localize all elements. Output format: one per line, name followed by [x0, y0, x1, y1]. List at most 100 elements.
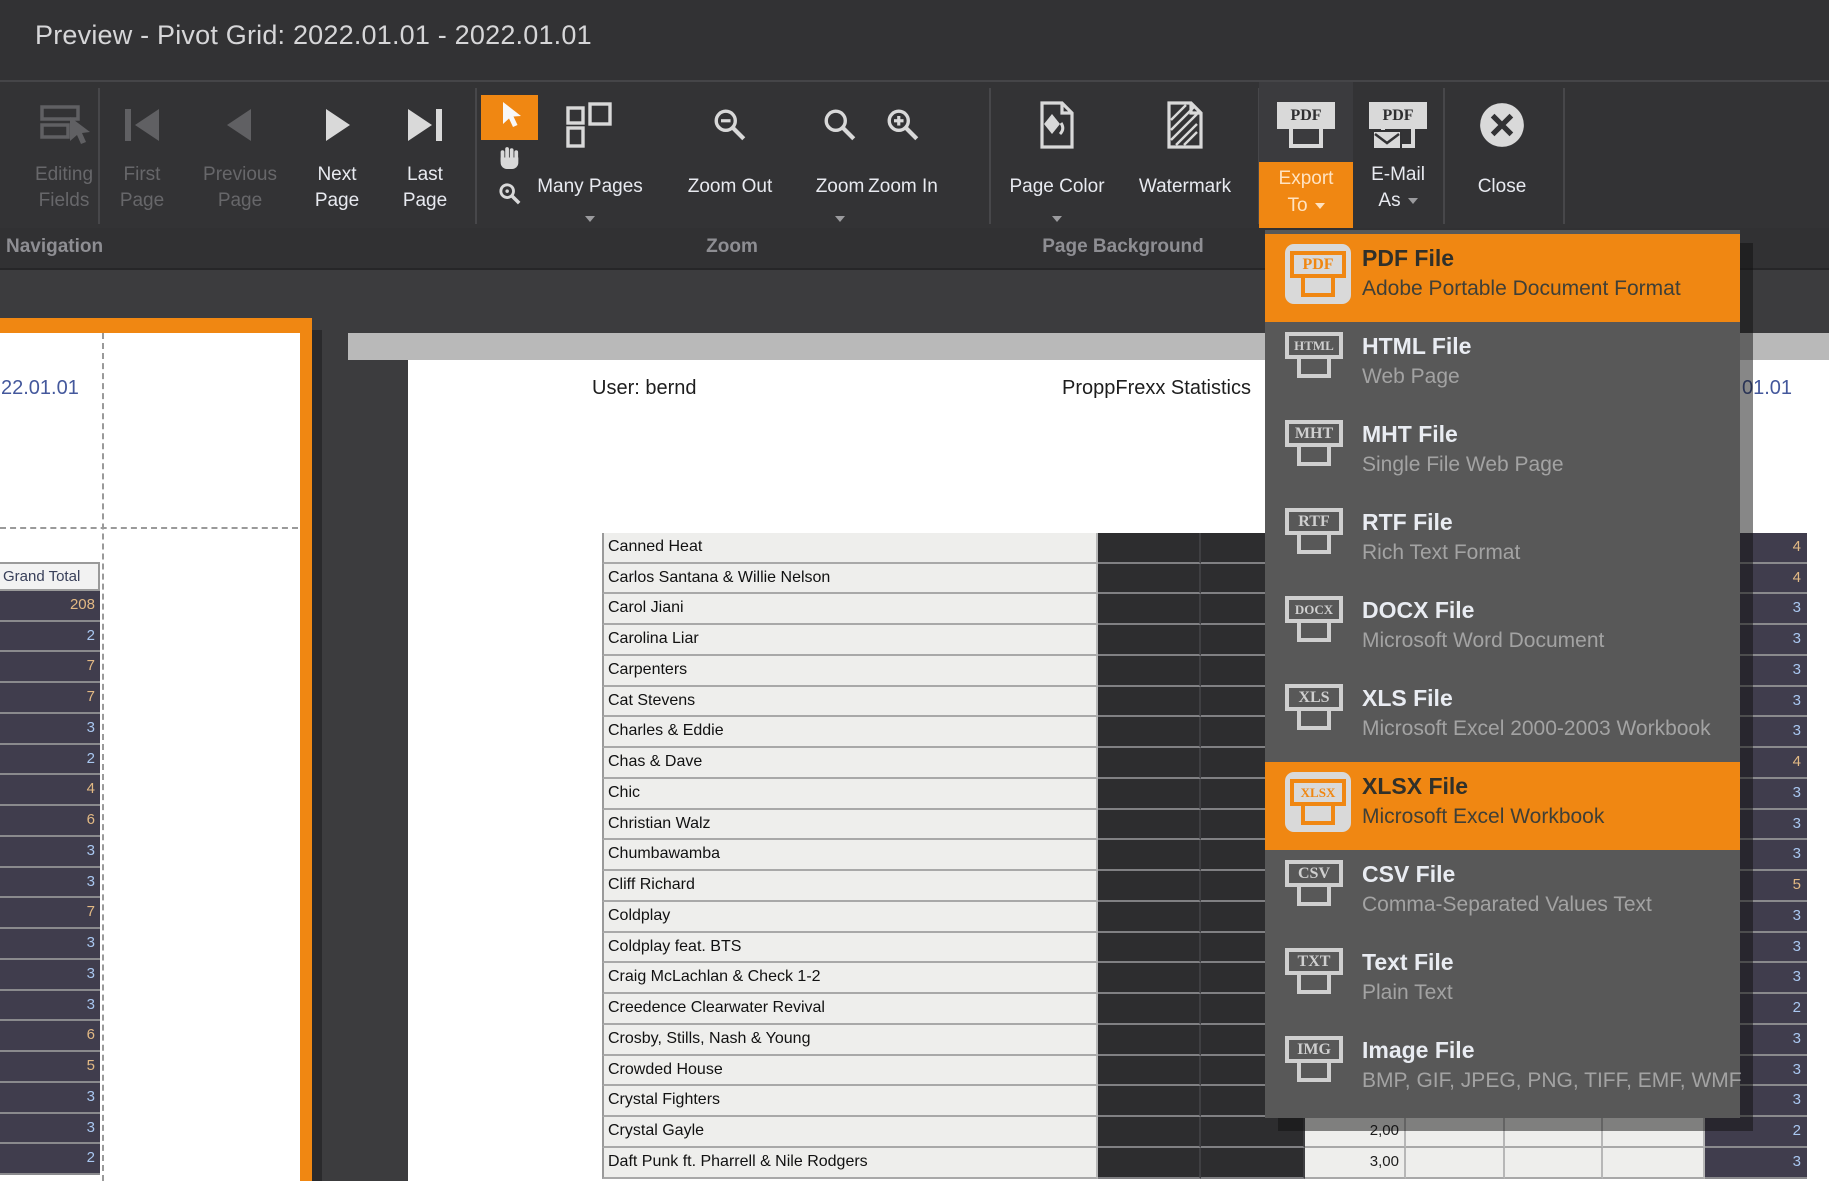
data-cell — [1603, 1148, 1705, 1179]
data-cell — [1098, 625, 1201, 656]
close-icon — [1454, 94, 1550, 156]
export-menu-item-img[interactable]: IMG Image File BMP, GIF, JPEG, PNG, TIFF… — [1265, 1026, 1740, 1114]
export-menu-item-subtitle: Microsoft Excel Workbook — [1362, 805, 1604, 829]
export-menu-item-csv[interactable]: CSV CSV File Comma-Separated Values Text — [1265, 850, 1740, 938]
watermark-icon — [1132, 94, 1238, 156]
data-cell — [1098, 717, 1201, 748]
grand-total-value-cell: 7 — [0, 683, 100, 714]
grand-total-value-cell: 3 — [0, 960, 100, 991]
data-cell — [1098, 656, 1201, 687]
export-menu-item-pdf[interactable]: PDF PDF File Adobe Portable Document For… — [1265, 234, 1740, 322]
export-menu-item-title: Image File — [1362, 1037, 1474, 1064]
dropdown-arrow-icon — [1315, 203, 1325, 209]
data-cell — [1098, 687, 1201, 718]
data-cell — [1201, 1148, 1305, 1179]
data-cell — [1098, 933, 1201, 964]
export-menu-item-subtitle: Web Page — [1362, 365, 1460, 389]
export-menu-item-docx[interactable]: DOCX DOCX File Microsoft Word Document — [1265, 586, 1740, 674]
dropdown-arrow-icon — [585, 216, 595, 222]
data-cell — [1098, 963, 1201, 994]
envelope-icon — [1372, 130, 1402, 150]
ribbon-button-last-page[interactable]: LastPage — [379, 82, 471, 230]
export-menu-item-txt[interactable]: TXT Text File Plain Text — [1265, 938, 1740, 1026]
zoom-out-icon — [682, 94, 778, 156]
ribbon-button-next-page[interactable]: NextPage — [291, 82, 383, 230]
data-cell — [1406, 1148, 1505, 1179]
grand-total-value-cell: 7 — [0, 652, 100, 683]
title-bar: Preview - Pivot Grid: 2022.01.01 - 2022.… — [0, 0, 1829, 80]
left-page-selection-border-top — [0, 318, 312, 333]
export-menu-item-subtitle: Single File Web Page — [1362, 453, 1564, 477]
artist-name-cell: Chas & Dave — [602, 748, 1098, 779]
ribbon-button-zoom-in[interactable]: Zoom In — [859, 82, 947, 230]
grand-total-value-cell: 4 — [0, 775, 100, 806]
table-row: Crystal Gayle2,002 — [602, 1117, 1807, 1148]
ribbon-button-export-to[interactable]: PDF Export To — [1259, 82, 1353, 230]
artist-name-cell: Cliff Richard — [602, 871, 1098, 902]
export-menu-item-title: DOCX File — [1362, 597, 1474, 624]
data-cell — [1406, 1117, 1505, 1148]
artist-name-cell: Craig McLachlan & Check 1-2 — [602, 963, 1098, 994]
export-to-icon: PDF — [1259, 94, 1353, 156]
export-menu-item-subtitle: Comma-Separated Values Text — [1362, 893, 1652, 917]
data-cell — [1098, 748, 1201, 779]
pdf-format-icon: PDF — [1285, 244, 1351, 304]
ribbon-button-many-pages[interactable]: Many Pages — [532, 82, 648, 230]
grand-total-value-cell: 2 — [0, 622, 100, 653]
dropdown-arrow-icon — [1408, 198, 1418, 204]
artist-name-cell: Carlos Santana & Willie Nelson — [602, 564, 1098, 595]
pdf-format-icon: PDF — [1277, 102, 1335, 148]
img-format-icon: IMG — [1285, 1036, 1343, 1082]
export-menu-item-rtf[interactable]: RTF RTF File Rich Text Format — [1265, 498, 1740, 586]
export-menu-item-xlsx[interactable]: XLSX XLSX File Microsoft Excel Workbook — [1265, 762, 1740, 850]
ribbon-button-email-as[interactable]: PDF E-MailAs — [1353, 82, 1443, 230]
ribbon-tool-pointer-tool[interactable] — [481, 95, 538, 140]
grand-total-value-cell: 3 — [0, 991, 100, 1022]
data-cell — [1098, 810, 1201, 841]
group-label-navigation: Navigation — [6, 236, 103, 258]
ribbon-tool-zoom-region-tool[interactable] — [481, 178, 538, 214]
artist-name-cell: Canned Heat — [602, 533, 1098, 564]
total-cell: 2 — [1705, 1117, 1807, 1148]
ribbon-group-separator — [475, 88, 477, 224]
grand-total-value-cell: 6 — [0, 1021, 100, 1052]
ribbon-button-previous-page: PreviousPage — [190, 82, 290, 230]
ribbon-button-close[interactable]: Close — [1454, 82, 1550, 230]
artist-name-cell: Chumbawamba — [602, 840, 1098, 871]
export-menu-item-subtitle: BMP, GIF, JPEG, PNG, TIFF, EMF, WMF — [1362, 1069, 1742, 1093]
artist-name-cell: Crystal Fighters — [602, 1086, 1098, 1117]
rtf-format-icon: RTF — [1285, 508, 1343, 554]
zoom-in-icon — [859, 94, 947, 156]
artist-name-cell: Daft Punk ft. Pharrell & Nile Rodgers — [602, 1148, 1098, 1179]
page-color-icon — [1004, 94, 1110, 156]
data-cell — [1098, 902, 1201, 933]
ribbon-button-watermark[interactable]: Watermark — [1132, 82, 1238, 230]
ribbon-button-first-page: FirstPage — [96, 82, 188, 230]
data-cell — [1098, 779, 1201, 810]
export-menu-item-xls[interactable]: XLS XLS File Microsoft Excel 2000-2003 W… — [1265, 674, 1740, 762]
data-cell — [1505, 1148, 1603, 1179]
export-menu-item-subtitle: Rich Text Format — [1362, 541, 1520, 565]
ribbon-tool-hand-tool[interactable] — [481, 142, 538, 176]
ribbon-button-zoom-out[interactable]: Zoom Out — [682, 82, 778, 230]
ribbon-group-separator — [989, 88, 991, 224]
data-cell — [1098, 871, 1201, 902]
grand-total-value-cell: 3 — [0, 929, 100, 960]
grand-total-value-cell: 7 — [0, 898, 100, 929]
ribbon-button-page-color[interactable]: Page Color — [1004, 82, 1110, 230]
hand-icon — [495, 143, 525, 175]
pointer-icon — [497, 100, 523, 135]
first-page-icon — [96, 94, 188, 156]
csv-format-icon: CSV — [1285, 860, 1343, 906]
grand-total-value-cell: 3 — [0, 714, 100, 745]
many-pages-icon — [532, 94, 648, 156]
export-menu-item-html[interactable]: HTML HTML File Web Page — [1265, 322, 1740, 410]
value-cell: 2,00 — [1305, 1117, 1406, 1148]
report-user-label: User: bernd — [592, 377, 697, 400]
export-menu-item-title: MHT File — [1362, 421, 1458, 448]
artist-name-cell: Carpenters — [602, 656, 1098, 687]
left-page-date: 22.01.01 — [1, 377, 79, 400]
grand-total-value-cell: 5 — [0, 1052, 100, 1083]
export-to-dropdown-menu: PDF PDF File Adobe Portable Document For… — [1265, 230, 1740, 1118]
export-menu-item-mht[interactable]: MHT MHT File Single File Web Page — [1265, 410, 1740, 498]
